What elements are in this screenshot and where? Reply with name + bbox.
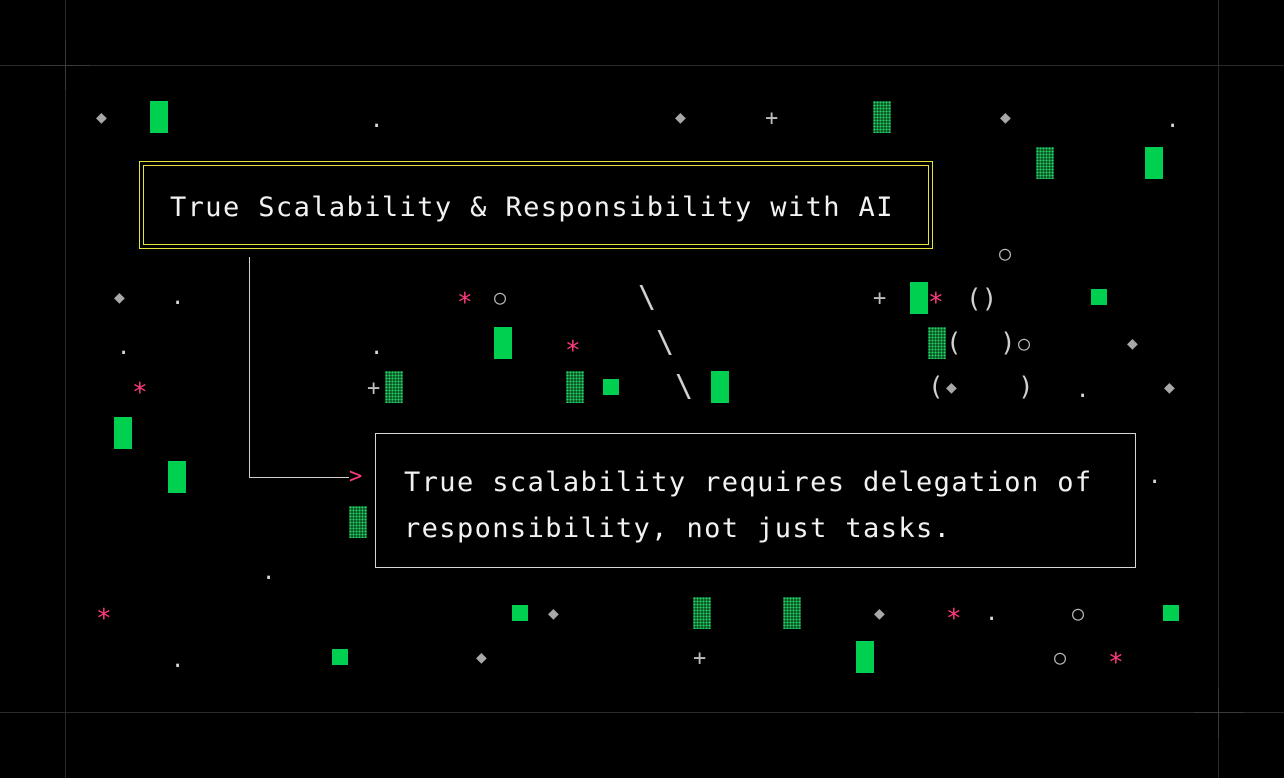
- dot-icon: .: [985, 601, 999, 626]
- dither-bar: [566, 371, 584, 403]
- dot-icon: .: [1166, 108, 1180, 133]
- dither-bar: [693, 597, 711, 629]
- diamond-icon: ◆: [548, 603, 559, 624]
- frame-line-top: [0, 65, 1284, 66]
- circle-icon: ○: [1072, 601, 1085, 625]
- diamond-icon: ◆: [874, 603, 885, 624]
- green-bar: [114, 417, 132, 449]
- connector-line-vertical: [249, 257, 250, 477]
- star-icon: *: [565, 336, 581, 366]
- dot-icon: .: [370, 108, 384, 133]
- frame-line-bottom: [0, 712, 1284, 713]
- crosshair-icon: [65, 40, 66, 90]
- star-icon: *: [96, 604, 112, 634]
- dot-icon: .: [1076, 378, 1090, 403]
- backslash-icon: \: [675, 369, 694, 404]
- plus-icon: +: [693, 646, 707, 671]
- plus-icon: +: [765, 106, 779, 131]
- backslash-icon: \: [638, 280, 657, 315]
- crosshair-icon: [1218, 688, 1219, 738]
- dot-icon: .: [171, 648, 185, 673]
- star-icon: *: [132, 378, 148, 408]
- circle-icon: ○: [1018, 331, 1031, 355]
- dot-icon: .: [370, 335, 384, 360]
- green-bar: [150, 101, 168, 133]
- parenthesis-open: (: [946, 328, 962, 358]
- green-bar: [910, 282, 928, 314]
- green-bar: [168, 461, 186, 493]
- dither-bar: [385, 371, 403, 403]
- diamond-icon: ◆: [96, 107, 107, 128]
- title-box: True Scalability & Responsibility with A…: [139, 161, 933, 249]
- green-square: [1163, 605, 1179, 621]
- arrow-icon: >: [349, 464, 363, 489]
- green-square: [603, 379, 619, 395]
- plus-icon: +: [873, 286, 887, 311]
- crosshair-icon: [1194, 712, 1244, 713]
- star-icon: *: [946, 604, 962, 634]
- green-bar: [711, 371, 729, 403]
- parenthesis-pair: (): [966, 284, 998, 314]
- circle-icon: ○: [999, 241, 1012, 265]
- backslash-icon: \: [656, 325, 675, 360]
- green-bar: [494, 327, 512, 359]
- green-bar: [856, 641, 874, 673]
- dot-icon: .: [171, 285, 185, 310]
- circle-icon: ○: [1054, 645, 1067, 669]
- green-square: [512, 605, 528, 621]
- frame-line-left: [65, 0, 66, 778]
- dot-icon: .: [262, 560, 276, 585]
- star-icon: *: [928, 288, 944, 318]
- diamond-icon: ◆: [1000, 107, 1011, 128]
- connector-line-horizontal: [249, 477, 349, 478]
- dither-bar: [928, 327, 946, 359]
- diamond-icon: ◆: [114, 287, 125, 308]
- quote-box: True scalability requires delegation of …: [375, 433, 1136, 568]
- green-square: [332, 649, 348, 665]
- green-bar: [1145, 147, 1163, 179]
- diamond-icon: ◆: [675, 107, 686, 128]
- dot-icon: .: [1148, 464, 1162, 489]
- canvas: ◆ . ◆ + ◆ . ○ ◆ . * ○ \ + * () . . * \ (…: [0, 0, 1284, 778]
- plus-icon: +: [367, 376, 381, 401]
- diamond-icon: ◆: [1127, 333, 1138, 354]
- dot-icon: .: [117, 335, 131, 360]
- star-icon: *: [457, 288, 473, 318]
- dither-bar: [783, 597, 801, 629]
- circle-icon: ○: [494, 285, 507, 309]
- diamond-icon: ◆: [946, 377, 957, 398]
- parenthesis-close: ): [1000, 328, 1016, 358]
- star-icon: *: [1108, 648, 1124, 678]
- parenthesis-close: ): [1018, 372, 1034, 402]
- quote-text: True scalability requires delegation of …: [404, 467, 1093, 544]
- dither-bar: [873, 101, 891, 133]
- dither-bar: [1036, 147, 1054, 179]
- frame-line-right: [1218, 0, 1219, 778]
- diamond-icon: ◆: [1164, 377, 1175, 398]
- green-square: [1091, 289, 1107, 305]
- dither-bar: [349, 506, 367, 538]
- page-title: True Scalability & Responsibility with A…: [170, 192, 894, 223]
- diamond-icon: ◆: [476, 647, 487, 668]
- parenthesis-open: (: [928, 372, 944, 402]
